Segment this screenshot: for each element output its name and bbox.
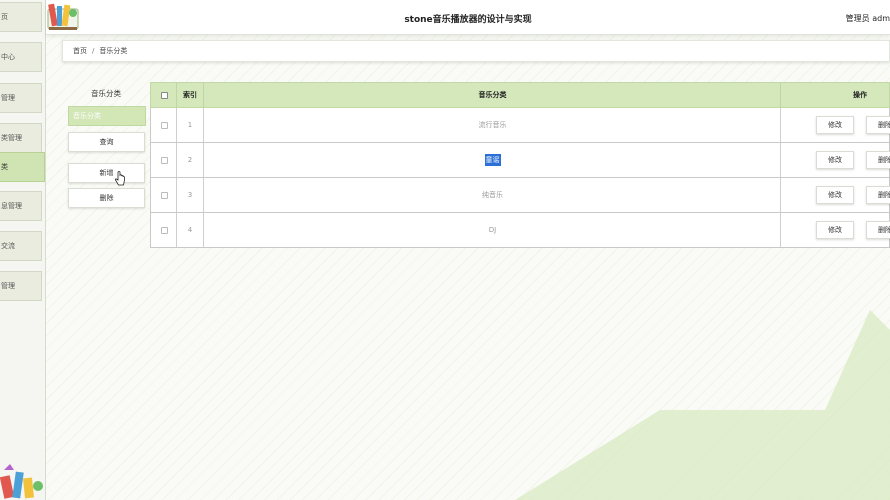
background-decoration (515, 310, 890, 500)
top-bar: stone音乐播放器的设计与实现 管理员 adm (46, 0, 890, 35)
row-category-selected-text: 童谣 (484, 154, 501, 166)
sidebar-item-label: 息管理 (1, 202, 22, 210)
sidebar-item-label: 管理 (1, 94, 15, 102)
sidebar-item-management[interactable]: 管理 (0, 83, 42, 113)
row-index: 1 (187, 121, 193, 129)
sidebar-item-label: 类管理 (1, 134, 22, 142)
sidebar-item-label: 管理 (1, 282, 15, 290)
row-category: DJ (488, 226, 497, 234)
row-index: 2 (187, 156, 193, 164)
sidebar-item-system-management[interactable]: 管理 (0, 271, 42, 301)
breadcrumb-separator: / (92, 47, 95, 55)
edit-button[interactable]: 修改 (816, 221, 854, 239)
sidebar-item-label: 类 (1, 163, 8, 171)
sidebar-item-info-management[interactable]: 息管理 (0, 191, 42, 221)
column-header-category: 音乐分类 (478, 91, 507, 99)
sidebar: 页 中心 管理 类管理 类 息管理 交流 管理 (0, 0, 46, 500)
mouse-pointer-icon (114, 171, 125, 186)
table-header: 索引 音乐分类 操作 (150, 82, 890, 108)
table-row: 4 DJ 修改 删除 (150, 213, 890, 248)
row-delete-button[interactable]: 删除 (866, 116, 890, 134)
sidebar-item-center[interactable]: 中心 (0, 42, 42, 72)
sidebar-item-label: 交流 (1, 242, 15, 250)
edit-button[interactable]: 修改 (816, 151, 854, 169)
sidebar-item-category-management[interactable]: 类管理 (0, 123, 42, 153)
sidebar-item-music-category[interactable]: 类 (0, 152, 45, 182)
table-row: 2 童谣 修改 删除 (150, 143, 890, 178)
user-menu[interactable]: 管理员 adm (846, 13, 890, 24)
breadcrumb-current: 音乐分类 (99, 47, 128, 55)
column-header-actions: 操作 (853, 91, 867, 99)
column-header-index: 索引 (183, 91, 197, 99)
category-search-input[interactable]: 音乐分类 (68, 106, 146, 126)
sidebar-item-home[interactable]: 页 (0, 2, 42, 32)
row-index: 3 (187, 191, 193, 199)
sidebar-item-communication[interactable]: 交流 (0, 231, 42, 261)
edit-button[interactable]: 修改 (816, 116, 854, 134)
app-logo-icon (47, 3, 79, 30)
select-all-cell (151, 83, 177, 107)
row-checkbox[interactable] (160, 156, 168, 164)
app-title: stone音乐播放器的设计与实现 (404, 15, 532, 25)
table-row: 3 纯音乐 修改 删除 (150, 178, 890, 213)
sidebar-item-label: 页 (1, 13, 8, 21)
sidebar-item-label: 中心 (1, 53, 15, 61)
breadcrumb: 首页 / 音乐分类 (62, 40, 890, 62)
decorative-illustration-icon (0, 464, 43, 499)
row-delete-button[interactable]: 删除 (866, 186, 890, 204)
delete-button[interactable]: 删除 (68, 188, 145, 208)
row-checkbox[interactable] (160, 191, 168, 199)
row-delete-button[interactable]: 删除 (866, 221, 890, 239)
row-category: 流行音乐 (478, 121, 507, 129)
select-all-checkbox[interactable] (160, 91, 168, 99)
breadcrumb-home[interactable]: 首页 (73, 46, 87, 56)
row-checkbox[interactable] (160, 121, 168, 129)
add-button[interactable]: 新增 (68, 163, 145, 183)
edit-button[interactable]: 修改 (816, 186, 854, 204)
row-delete-button[interactable]: 删除 (866, 151, 890, 169)
table-row: 1 流行音乐 修改 删除 (150, 108, 890, 143)
row-checkbox[interactable] (160, 226, 168, 234)
query-button[interactable]: 查询 (68, 132, 145, 152)
row-index: 4 (187, 226, 193, 234)
row-category: 纯音乐 (482, 191, 503, 199)
filter-label: 音乐分类 (91, 89, 121, 98)
